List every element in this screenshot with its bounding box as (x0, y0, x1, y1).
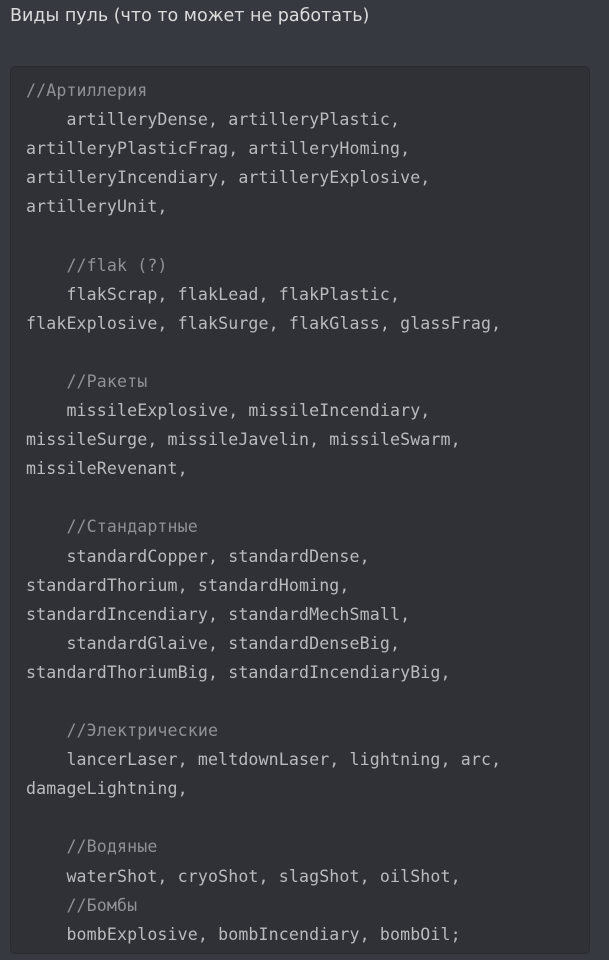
code-comment-line: //Бомбы (26, 895, 138, 915)
code-line: standardThorium, standardHoming, (26, 575, 350, 595)
code-comment-line: //Артиллерия (26, 81, 148, 100)
code-line: artilleryIncendiary, artilleryExplosive, (26, 168, 431, 188)
code-line: lancerLaser, meltdownLaser, lightning, a… (26, 750, 502, 770)
code-line: missileRevenant, (26, 459, 188, 479)
code-comment-line: //flak (?) (26, 255, 168, 275)
code-comment-line: //Ракеты (26, 371, 148, 391)
code-line: flakExplosive, flakSurge, flakGlass, gla… (26, 313, 502, 333)
message-title: Виды пуль (что то может не работать) (10, 6, 370, 26)
code-line: standardIncendiary, standardMechSmall, (26, 604, 411, 624)
code-line: artilleryPlasticFrag, artilleryHoming, (26, 139, 411, 159)
code-line: artilleryDense, artilleryPlastic, (26, 110, 401, 130)
code-line: bombExplosive, bombIncendiary, bombOil; (26, 924, 461, 944)
code-comment-line: //Стандартные (26, 517, 198, 537)
code-lines: //Артиллерия artilleryDense, artilleryPl… (26, 76, 501, 949)
code-line: missileSurge, missileJavelin, missileSwa… (26, 430, 461, 450)
code-line: missileExplosive, missileIncendiary, (26, 401, 431, 421)
code-block[interactable]: //Артиллерия artilleryDense, artilleryPl… (10, 66, 590, 954)
code-comment-line: //Водяные (26, 837, 158, 857)
code-line: standardCopper, standardDense, (26, 546, 370, 566)
code-line: flakScrap, flakLead, flakPlastic, (26, 284, 401, 304)
code-line: standardGlaive, standardDenseBig, (26, 633, 401, 653)
code-line: damageLightning, (26, 779, 188, 799)
code-comment-line: //Электрические (26, 721, 219, 741)
code-line: waterShot, cryoShot, slagShot, oilShot, (26, 866, 461, 886)
code-line: standardThoriumBig, standardIncendiaryBi… (26, 662, 451, 682)
code-line: artilleryUnit, (26, 197, 168, 217)
